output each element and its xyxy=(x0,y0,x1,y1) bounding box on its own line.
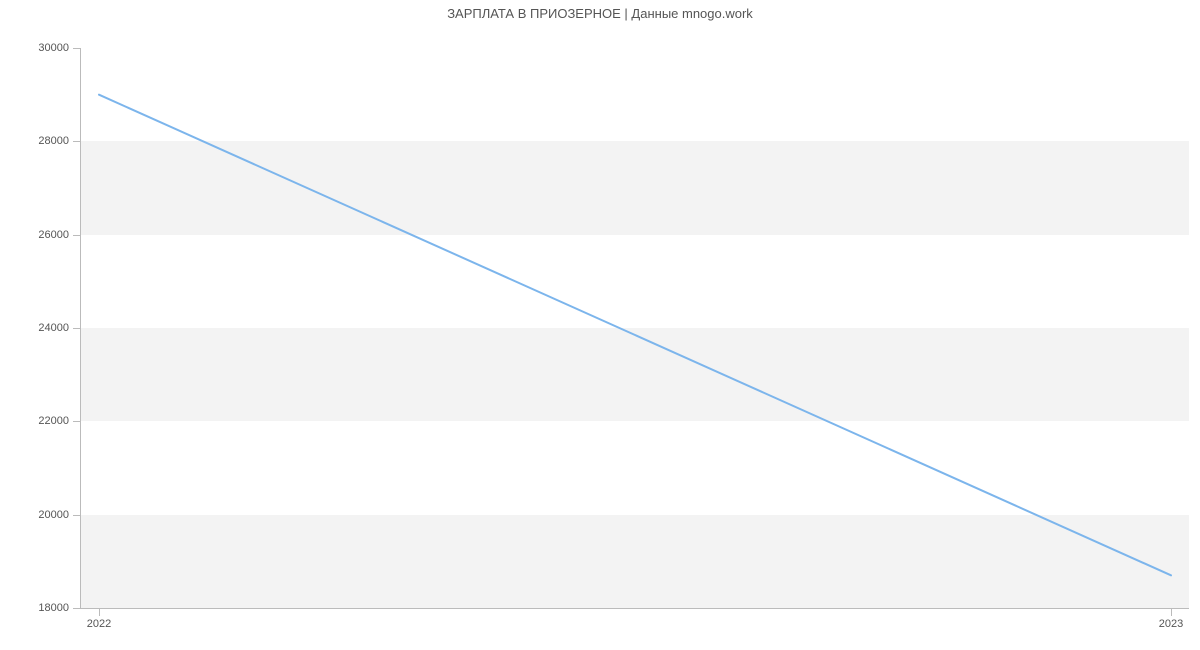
y-tick xyxy=(73,48,81,49)
y-tick xyxy=(73,235,81,236)
y-tick-label: 20000 xyxy=(38,509,69,521)
x-tick-label: 2023 xyxy=(1159,618,1183,630)
line-series xyxy=(81,48,1189,608)
y-tick xyxy=(73,608,81,609)
y-tick xyxy=(73,328,81,329)
y-tick xyxy=(73,515,81,516)
y-tick xyxy=(73,141,81,142)
x-tick xyxy=(99,608,100,616)
x-tick-label: 2022 xyxy=(87,618,111,630)
series-line xyxy=(99,95,1171,576)
x-tick xyxy=(1171,608,1172,616)
chart-container: ЗАРПЛАТА В ПРИОЗЕРНОЕ | Данные mnogo.wor… xyxy=(0,0,1200,650)
y-tick-label: 18000 xyxy=(38,602,69,614)
y-tick xyxy=(73,421,81,422)
y-tick-label: 26000 xyxy=(38,229,69,241)
y-tick-label: 28000 xyxy=(38,135,69,147)
y-tick-label: 30000 xyxy=(38,42,69,54)
plot-area: 1800020000220002400026000280003000020222… xyxy=(80,48,1189,609)
y-tick-label: 22000 xyxy=(38,415,69,427)
chart-title: ЗАРПЛАТА В ПРИОЗЕРНОЕ | Данные mnogo.wor… xyxy=(0,6,1200,21)
y-tick-label: 24000 xyxy=(38,322,69,334)
